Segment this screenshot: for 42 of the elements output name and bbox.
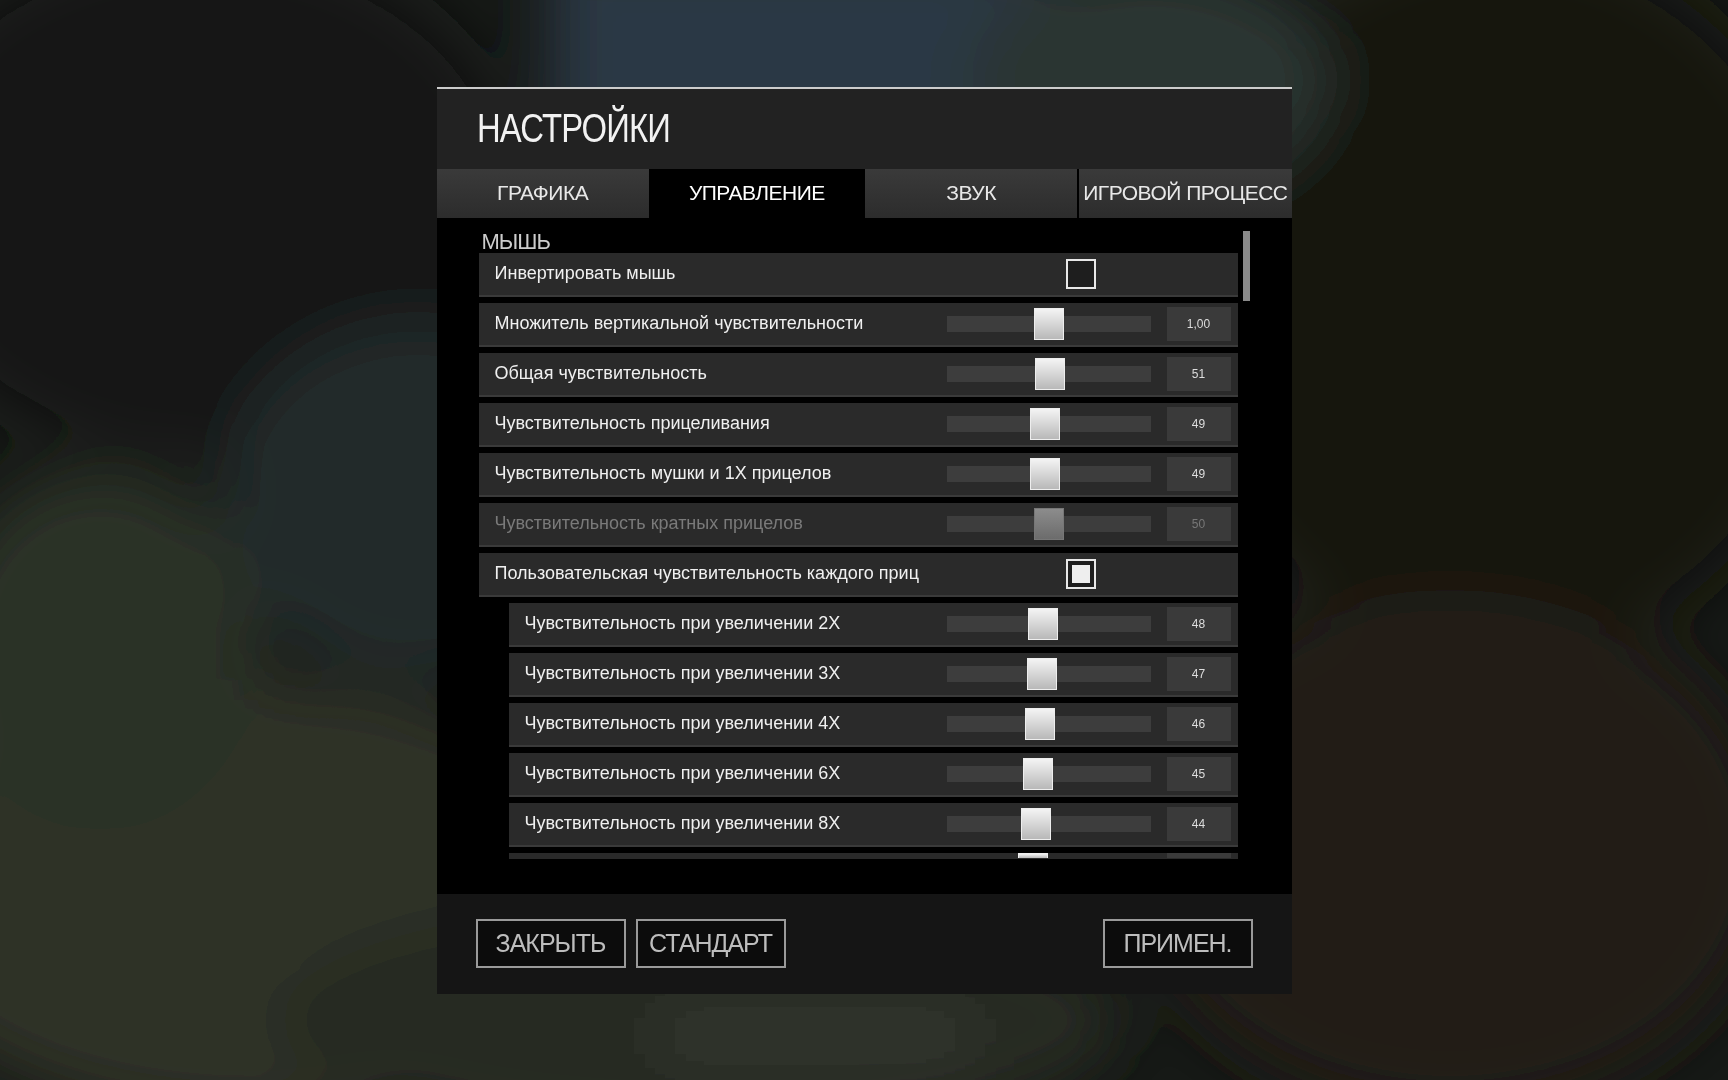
value-field[interactable]: 49: [1166, 456, 1231, 491]
value-field[interactable]: 46: [1166, 706, 1231, 741]
setting-label: Чувствительность при увеличении 3X: [524, 663, 841, 683]
value-field[interactable]: 44: [1166, 806, 1231, 841]
dialog-button[interactable]: ЗАКРЫТЬ: [475, 919, 626, 968]
window-title: НАСТРОЙКИ: [476, 106, 670, 151]
tab[interactable]: ГРАФИКА: [436, 168, 649, 218]
dialog-button[interactable]: СТАНДАРТ: [635, 919, 786, 968]
setting-label: Чувствительность при увеличении 4X: [524, 713, 841, 733]
slider[interactable]: [946, 807, 1151, 840]
dialog-button[interactable]: ПРИМЕН.: [1102, 919, 1253, 968]
setting-label: Чувствительность кратных прицелов: [494, 513, 803, 533]
checkbox[interactable]: [1065, 558, 1096, 589]
scrollbar-thumb[interactable]: [1242, 230, 1250, 301]
value-field[interactable]: 1,00: [1166, 306, 1231, 341]
setting-label: Пользовательская чувствительность каждого приц: [494, 563, 919, 583]
section-title: МЫШЬ: [480, 230, 551, 253]
value-field[interactable]: [1166, 852, 1231, 858]
slider[interactable]: [946, 457, 1151, 490]
slider[interactable]: [946, 657, 1151, 690]
slider[interactable]: [946, 307, 1151, 340]
value-field[interactable]: 51: [1166, 356, 1231, 391]
tab[interactable]: ИГРОВОЙ ПРОЦЕСС: [1079, 168, 1292, 218]
setting-label: Множитель вертикальной чувствительности: [494, 313, 864, 333]
value-field[interactable]: 48: [1166, 606, 1231, 641]
slider[interactable]: [946, 707, 1151, 740]
slider[interactable]: [946, 357, 1151, 390]
setting-label: Чувствительность мушки и 1X прицелов: [494, 463, 832, 483]
slider[interactable]: [946, 607, 1151, 640]
setting-label: Чувствительность прицеливания: [494, 413, 770, 433]
checkbox[interactable]: [1065, 258, 1096, 289]
setting-label: Чувствительность при увеличении 8X: [524, 813, 841, 833]
value-field[interactable]: 47: [1166, 656, 1231, 691]
setting-label: Чувствительность при увеличении 6X: [524, 763, 841, 783]
setting-label: Общая чувствительность: [494, 363, 707, 383]
slider[interactable]: [946, 757, 1151, 790]
slider[interactable]: [946, 407, 1151, 440]
setting-label: Чувствительность при увеличении 2X: [524, 613, 841, 633]
tab[interactable]: ЗВУК: [865, 168, 1078, 218]
value-field[interactable]: 45: [1166, 756, 1231, 791]
value-field[interactable]: 49: [1166, 406, 1231, 441]
setting-label: Инвертировать мышь: [494, 263, 676, 283]
